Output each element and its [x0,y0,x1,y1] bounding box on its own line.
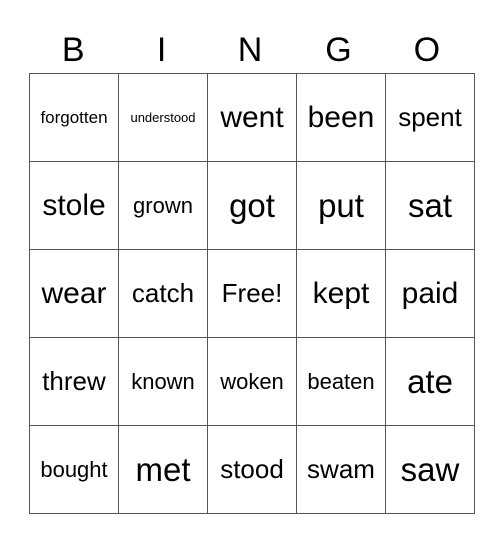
bingo-card: forgotten understood went been spent sto… [29,73,475,514]
card-row: threw known woken beaten ate [29,337,475,426]
card-row: forgotten understood went been spent [29,73,475,162]
bingo-cell[interactable]: went [207,73,297,162]
header-letter-o: O [413,31,441,69]
bingo-cell[interactable]: wear [29,249,119,338]
bingo-cell[interactable]: got [207,161,297,250]
bingo-cell[interactable]: saw [385,425,475,514]
bingo-cell[interactable]: stole [29,161,119,250]
bingo-cell[interactable]: forgotten [29,73,119,162]
card-row: stole grown got put sat [29,161,475,250]
bingo-cell[interactable]: threw [29,337,119,426]
free-space-cell[interactable]: Free! [207,249,297,338]
bingo-cell[interactable]: woken [207,337,297,426]
card-row: bought met stood swam saw [29,425,475,514]
bingo-cell[interactable]: catch [118,249,208,338]
bingo-header: B I N G O [29,28,471,72]
bingo-cell[interactable]: understood [118,73,208,162]
bingo-cell[interactable]: spent [385,73,475,162]
header-letter-g: G [325,31,352,69]
header-letter-b: B [61,31,85,69]
header-letter-i: I [156,31,167,69]
bingo-cell[interactable]: kept [296,249,386,338]
bingo-cell[interactable]: ate [385,337,475,426]
bingo-cell[interactable]: been [296,73,386,162]
bingo-cell[interactable]: put [296,161,386,250]
bingo-cell[interactable]: stood [207,425,297,514]
bingo-cell[interactable]: grown [118,161,208,250]
header-letter-n: N [237,31,263,69]
bingo-cell[interactable]: bought [29,425,119,514]
bingo-cell[interactable]: paid [385,249,475,338]
bingo-cell[interactable]: known [118,337,208,426]
card-row: wear catch Free! kept paid [29,249,475,338]
bingo-cell[interactable]: swam [296,425,386,514]
bingo-cell[interactable]: beaten [296,337,386,426]
bingo-cell[interactable]: met [118,425,208,514]
bingo-cell[interactable]: sat [385,161,475,250]
